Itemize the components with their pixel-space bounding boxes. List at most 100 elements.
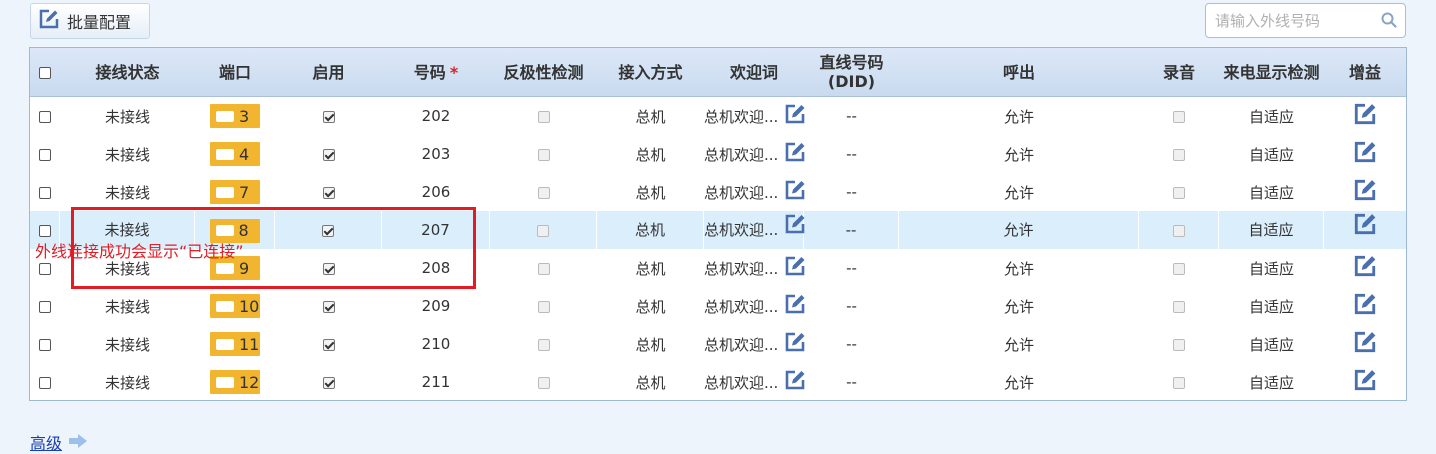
edit-icon[interactable]: [784, 369, 806, 395]
row-checkbox[interactable]: [39, 186, 51, 199]
access-cell: 总机: [635, 373, 666, 392]
edit-icon[interactable]: [1353, 368, 1377, 396]
record-checkbox[interactable]: [1173, 110, 1185, 123]
table-header: 接线状态 端口 启用 号码 * 反极性检测 接入方式 欢迎词 直线号码 (DID) …: [30, 48, 1406, 97]
enabled-checkbox[interactable]: [322, 148, 335, 161]
enabled-checkbox[interactable]: [322, 110, 335, 123]
table-row: 未接线 11 210 总机 总机欢迎... -- 允许 自适应: [30, 325, 1406, 363]
polarity-checkbox[interactable]: [537, 338, 550, 351]
status-cell: 未接线: [104, 259, 150, 278]
port-number: 8: [238, 220, 249, 240]
record-cell: [1139, 107, 1219, 125]
header-access: 接入方式: [618, 62, 683, 82]
number-cell: 202: [421, 107, 451, 125]
enabled-checkbox[interactable]: [322, 300, 335, 313]
edit-icon[interactable]: [1353, 254, 1377, 282]
polarity-checkbox[interactable]: [537, 262, 550, 275]
edit-icon[interactable]: [784, 179, 806, 205]
gain-cell: [1324, 102, 1406, 130]
edit-icon[interactable]: [1353, 140, 1377, 168]
number-cell: 206: [421, 183, 451, 201]
advanced-link[interactable]: 高级: [30, 430, 88, 454]
record-checkbox[interactable]: [1173, 148, 1185, 161]
record-checkbox[interactable]: [1172, 224, 1185, 237]
gain-cell: [1324, 368, 1406, 396]
record-checkbox[interactable]: [1173, 186, 1185, 199]
edit-icon[interactable]: [784, 211, 806, 249]
record-checkbox[interactable]: [1173, 376, 1185, 389]
outbound-cell: 允许: [1003, 335, 1034, 354]
batch-config-button[interactable]: 批量配置: [30, 3, 150, 39]
access-cell: 总机: [635, 335, 666, 354]
access-cell: 总机: [635, 259, 666, 278]
search-icon[interactable]: [1381, 12, 1397, 32]
polarity-cell: [490, 335, 597, 353]
outbound-cell: 允许: [899, 211, 1139, 249]
table-row: 未接线 9 208 总机 总机欢迎... -- 允许 自适应: [30, 249, 1406, 287]
polarity-checkbox[interactable]: [537, 110, 550, 123]
search-input[interactable]: [1213, 10, 1382, 31]
record-cell: [1139, 211, 1219, 249]
edit-icon[interactable]: [784, 141, 806, 167]
enabled-checkbox[interactable]: [322, 338, 335, 351]
enabled-cell: [275, 145, 382, 163]
port-icon: [216, 376, 234, 388]
row-checkbox[interactable]: [39, 376, 51, 389]
edit-icon[interactable]: [784, 255, 806, 281]
port-badge: 3: [210, 104, 260, 128]
enabled-checkbox[interactable]: [322, 186, 335, 199]
row-checkbox[interactable]: [38, 224, 51, 237]
welcome-cell: 总机欢迎...: [704, 369, 806, 395]
row-checkbox[interactable]: [39, 148, 51, 161]
header-number: 号码 *: [382, 63, 490, 82]
status-cell: 未接线: [104, 145, 150, 164]
record-checkbox[interactable]: [1173, 262, 1185, 275]
edit-icon[interactable]: [1353, 102, 1377, 130]
edit-icon[interactable]: [1353, 292, 1377, 320]
row-checkbox[interactable]: [39, 300, 51, 313]
edit-icon[interactable]: [1353, 212, 1377, 250]
table-row: 未接线 7 206 总机 总机欢迎... -- 允许 自适应: [30, 173, 1406, 211]
enabled-checkbox[interactable]: [322, 262, 335, 275]
record-checkbox[interactable]: [1173, 338, 1185, 351]
port-icon: [215, 225, 234, 236]
polarity-checkbox[interactable]: [537, 224, 549, 237]
enabled-cell: [275, 211, 382, 249]
port-number: 10: [239, 296, 260, 316]
polarity-checkbox[interactable]: [537, 186, 550, 199]
row-checkbox[interactable]: [39, 338, 51, 351]
enabled-checkbox[interactable]: [322, 376, 335, 389]
enabled-checkbox[interactable]: [322, 224, 334, 237]
polarity-checkbox[interactable]: [537, 148, 550, 161]
record-cell: [1139, 259, 1219, 277]
record-cell: [1139, 183, 1219, 201]
row-checkbox[interactable]: [39, 262, 51, 275]
edit-icon[interactable]: [1353, 330, 1377, 358]
edit-icon: [39, 9, 59, 33]
edit-icon[interactable]: [1353, 178, 1377, 206]
callerid-cell: 自适应: [1248, 145, 1294, 164]
batch-config-label: 批量配置: [67, 13, 132, 32]
header-did-line2: (DID): [827, 72, 876, 91]
did-cell: --: [846, 259, 857, 277]
welcome-cell: 总机欢迎...: [704, 103, 806, 129]
edit-icon[interactable]: [784, 103, 806, 129]
row-checkbox[interactable]: [39, 110, 51, 123]
record-checkbox[interactable]: [1173, 300, 1185, 313]
select-all-checkbox[interactable]: [39, 67, 51, 79]
port-icon: [216, 338, 234, 350]
enabled-cell: [275, 335, 382, 353]
row-select-cell: [30, 335, 60, 353]
status-cell: 未接线: [104, 183, 150, 202]
port-badge: 11: [210, 332, 260, 356]
table-body: 未接线 3 202 总机 总机欢迎... -- 允许 自适应 未接线 4 203 总机 总机欢迎... -…: [30, 97, 1406, 401]
edit-icon[interactable]: [784, 331, 806, 357]
edit-icon[interactable]: [784, 293, 806, 319]
polarity-checkbox[interactable]: [537, 300, 550, 313]
port-number: 12: [239, 372, 260, 392]
port-icon: [216, 186, 234, 198]
header-callerid: 来电显示检测: [1223, 62, 1320, 82]
port-number: 11: [239, 334, 260, 354]
polarity-checkbox[interactable]: [537, 376, 550, 389]
enabled-cell: [275, 297, 382, 315]
